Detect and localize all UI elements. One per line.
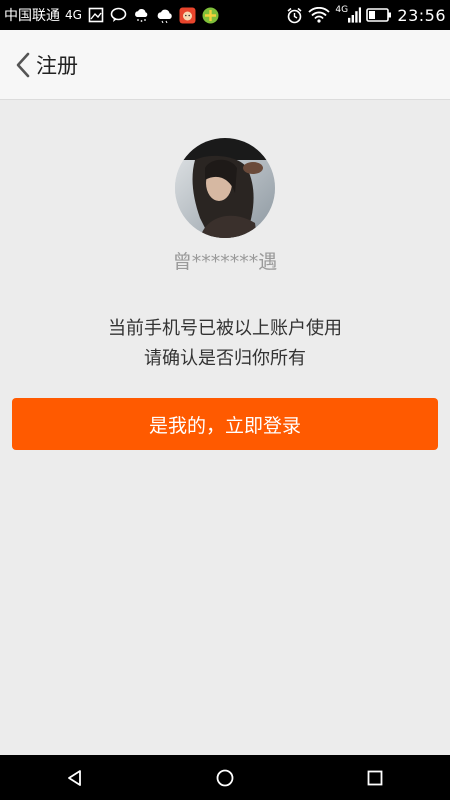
weather-icon (133, 6, 151, 24)
image-icon (87, 6, 105, 24)
header: 注册 (0, 30, 450, 100)
signal-icon: 4G (335, 5, 362, 24)
status-bar: 中国联通 4G 4G 23:56 (0, 0, 450, 30)
page-title: 注册 (36, 53, 78, 78)
nav-home-button[interactable] (195, 755, 255, 800)
nav-recents-button[interactable] (345, 755, 405, 800)
home-circle-icon (216, 769, 234, 786)
back-triangle-icon (68, 769, 81, 786)
chevron-left-icon (16, 52, 30, 77)
cloud-icon (156, 6, 174, 24)
alarm-icon (285, 6, 303, 24)
chat-bubble-icon (110, 6, 128, 24)
navigation-bar (0, 755, 450, 800)
signal-network-tag: 4G (335, 5, 349, 15)
confirm-login-button[interactable]: 是我的，立即登录 (12, 398, 438, 450)
app-badge-icon (179, 6, 197, 24)
back-button[interactable]: 注册 (0, 30, 88, 99)
message-line-1: 当前手机号已被以上账户使用 (108, 318, 342, 339)
wifi-icon (308, 6, 331, 24)
carrier-label: 中国联通 (4, 8, 60, 24)
confirm-message: 当前手机号已被以上账户使用 请确认是否归你所有 (0, 314, 450, 374)
screen: 中国联通 4G 4G 23:56 注册 曾*******遇 当前手机号已被以上账… (0, 0, 450, 800)
status-time: 23:56 (397, 5, 446, 25)
status-left: 中国联通 4G (4, 5, 220, 25)
nav-back-button[interactable] (45, 755, 105, 800)
recents-square-icon (367, 770, 383, 785)
avatar-photo (175, 138, 275, 238)
avatar (175, 138, 275, 238)
battery-icon (366, 6, 392, 24)
app-icon (202, 6, 220, 24)
message-line-2: 请确认是否归你所有 (144, 348, 306, 369)
masked-account-name: 曾*******遇 (172, 251, 278, 273)
status-right: 4G 23:56 (285, 5, 446, 25)
network-label: 4G (65, 8, 82, 22)
